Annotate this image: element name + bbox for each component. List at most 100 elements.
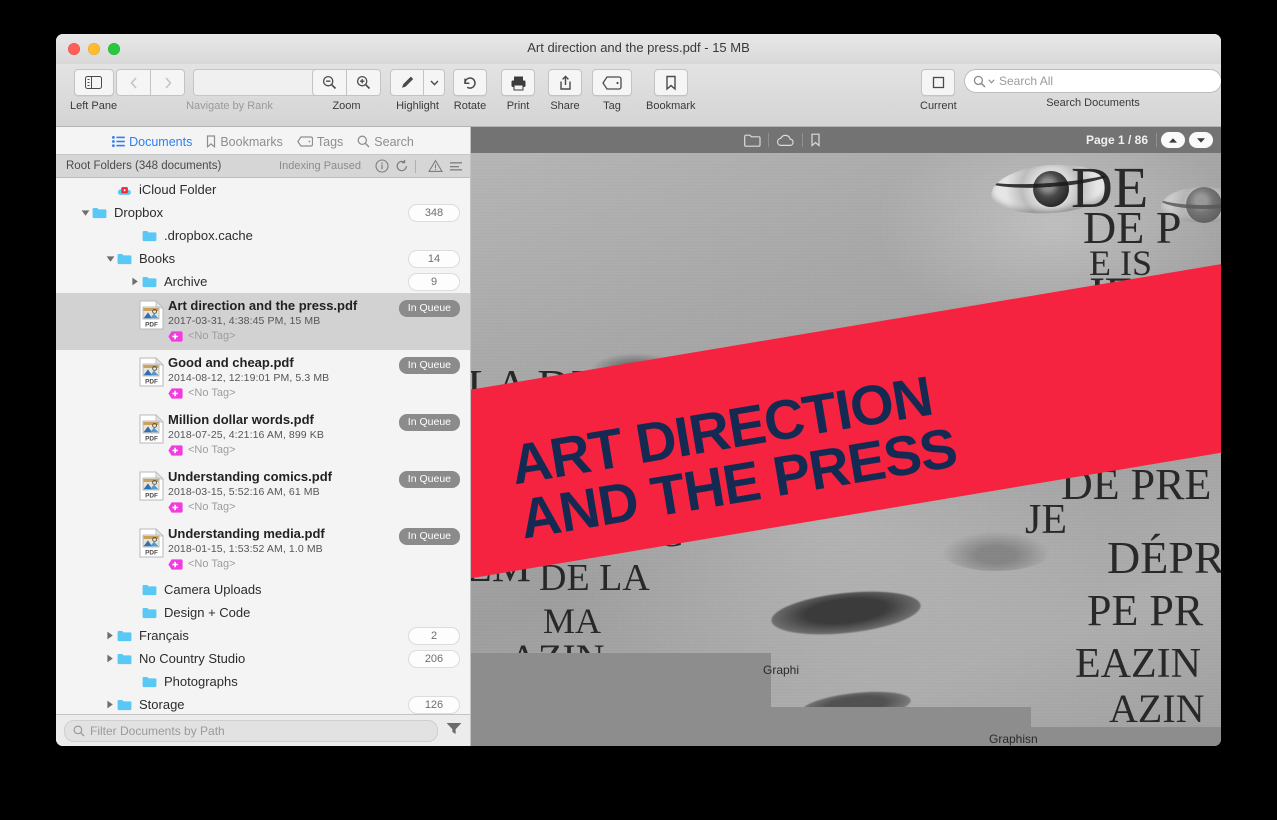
sidebar-header: Root Folders (348 documents) Indexing Pa… [56, 154, 470, 178]
document-list-item[interactable]: PDF Understanding media.pdf 2018-01-15, 1:… [56, 521, 470, 578]
tree-row[interactable]: Camera Uploads [56, 578, 470, 601]
document-count-badge: 14 [408, 249, 460, 268]
tree-row[interactable]: Photographs [56, 670, 470, 693]
disclosure-triangle[interactable] [103, 255, 117, 263]
rotate-button[interactable] [453, 69, 487, 96]
tree-row[interactable]: Archive 9 [56, 270, 470, 293]
pdf-page[interactable]: DEDE PE ISLA DIRECJEQUE DLA DIRECTIONART… [471, 153, 1221, 746]
bookmark-icon [666, 75, 676, 91]
disclosure-triangle[interactable] [128, 277, 142, 286]
disclosure-open-icon[interactable] [106, 255, 115, 263]
icloud-folder-icon [117, 184, 139, 196]
document-info: Understanding comics.pdf 2018-03-15, 5:52… [168, 468, 399, 521]
print-button[interactable] [501, 69, 535, 96]
document-list-item[interactable]: PDF Million dollar words.pdf 2018-07-25, 4… [56, 407, 470, 464]
tree-row[interactable]: Français 2 [56, 624, 470, 647]
add-tag-icon[interactable] [168, 501, 183, 513]
add-tag-icon[interactable] [168, 444, 183, 456]
tree-row[interactable]: Design + Code [56, 601, 470, 624]
folder-icon [142, 230, 157, 241]
filter-funnel-icon [446, 723, 462, 734]
zoom-in-button[interactable] [347, 69, 381, 96]
sidebar: Documents Bookmarks Tags Search Root Fol… [56, 127, 471, 746]
tree-row[interactable]: Books 14 [56, 247, 470, 270]
tree-row[interactable]: Storage 126 [56, 693, 470, 714]
folder-icon [142, 276, 157, 287]
folder-icon[interactable] [744, 134, 761, 147]
document-tree[interactable]: iCloud Folder Dropbox 348 .dropbox.cache Boo… [56, 178, 470, 714]
tab-bookmarks[interactable]: Bookmarks [206, 135, 283, 149]
screen: Art direction and the press.pdf - 15 MB … [0, 0, 1277, 820]
forward-button[interactable] [151, 69, 185, 96]
add-tag-icon[interactable] [168, 444, 183, 456]
cloud-icon[interactable] [776, 134, 795, 147]
tab-tags[interactable]: Tags [296, 135, 343, 149]
tab-search[interactable]: Search [357, 135, 414, 149]
filter-placeholder: Filter Documents by Path [90, 724, 225, 738]
tree-row[interactable]: iCloud Folder [56, 178, 470, 201]
next-page-button[interactable] [1189, 132, 1214, 148]
tree-row[interactable]: Dropbox 348 [56, 201, 470, 224]
highlight-menu-button[interactable] [424, 69, 445, 96]
disclosure-triangle[interactable] [103, 631, 117, 640]
bookmark-button[interactable] [653, 69, 688, 96]
document-list-item[interactable]: PDF Good and cheap.pdf 2014-08-12, 12:19:0… [56, 350, 470, 407]
share-button[interactable] [548, 69, 582, 96]
pdf-file-icon: PDF [134, 468, 168, 521]
add-tag-icon[interactable] [168, 330, 183, 342]
tree-row[interactable]: No Country Studio 206 [56, 647, 470, 670]
disclosure-closed-icon[interactable] [106, 700, 114, 709]
add-tag-icon[interactable] [168, 387, 183, 399]
add-tag-icon[interactable] [168, 558, 183, 570]
document-title: Understanding comics.pdf [168, 469, 332, 484]
document-title: Art direction and the press.pdf [168, 298, 358, 313]
document-title: Good and cheap.pdf [168, 355, 294, 370]
page-indicator: Page 1 / 86 [1085, 133, 1149, 147]
filter-input[interactable]: Filter Documents by Path [64, 720, 438, 742]
previous-page-button[interactable] [1161, 132, 1186, 148]
add-tag-icon[interactable] [168, 330, 183, 342]
bookmark-icon[interactable] [810, 133, 821, 147]
disclosure-open-icon[interactable] [81, 209, 90, 217]
info-icon[interactable] [375, 159, 389, 173]
pdf-file-icon: PDF [139, 414, 164, 444]
tab-documents[interactable]: Documents [112, 135, 192, 149]
document-list-item[interactable]: PDF Art direction and the press.pdf 2017-0… [56, 293, 470, 350]
status-badge: In Queue [398, 471, 460, 488]
pdf-file-icon: PDF [134, 411, 168, 464]
search-icon [973, 75, 986, 88]
refresh-icon[interactable] [395, 159, 409, 173]
left-pane-button[interactable] [73, 69, 114, 96]
cover-word: EAZIN [1075, 641, 1201, 687]
folder-icon [142, 607, 157, 618]
disclosure-triangle[interactable] [103, 700, 117, 709]
tree-row-label: Dropbox [114, 205, 164, 220]
warning-icon[interactable] [428, 159, 443, 173]
filter-dropdown-button[interactable] [446, 722, 462, 740]
tag-button[interactable] [592, 69, 632, 96]
disclosure-triangle[interactable] [103, 654, 117, 663]
document-meta: 2014-08-12, 12:19:01 PM, 5.3 MB [168, 372, 330, 384]
chevron-right-icon [164, 76, 172, 89]
zoom-controls [312, 69, 381, 96]
disclosure-closed-icon[interactable] [131, 277, 139, 286]
highlight-button[interactable] [390, 69, 424, 96]
current-label: Current [920, 100, 957, 112]
disclosure-closed-icon[interactable] [106, 631, 114, 640]
disclosure-closed-icon[interactable] [106, 654, 114, 663]
disclosure-triangle[interactable] [78, 209, 92, 217]
add-tag-icon[interactable] [168, 501, 183, 513]
add-tag-icon[interactable] [168, 558, 183, 570]
tree-row[interactable]: .dropbox.cache [56, 224, 470, 247]
tree-row-label: No Country Studio [139, 651, 246, 666]
back-button[interactable] [116, 69, 151, 96]
sort-icon[interactable] [449, 160, 464, 172]
bookmark-icon [207, 135, 216, 148]
zoom-out-button[interactable] [312, 69, 347, 96]
tab-documents-label: Documents [129, 134, 193, 149]
document-list-item[interactable]: PDF Understanding comics.pdf 2018-03-15, 5… [56, 464, 470, 521]
current-button[interactable] [921, 69, 956, 96]
add-tag-icon[interactable] [168, 387, 183, 399]
search-input[interactable]: Search All [964, 69, 1221, 93]
pdf-file-icon: PDF [134, 297, 168, 350]
